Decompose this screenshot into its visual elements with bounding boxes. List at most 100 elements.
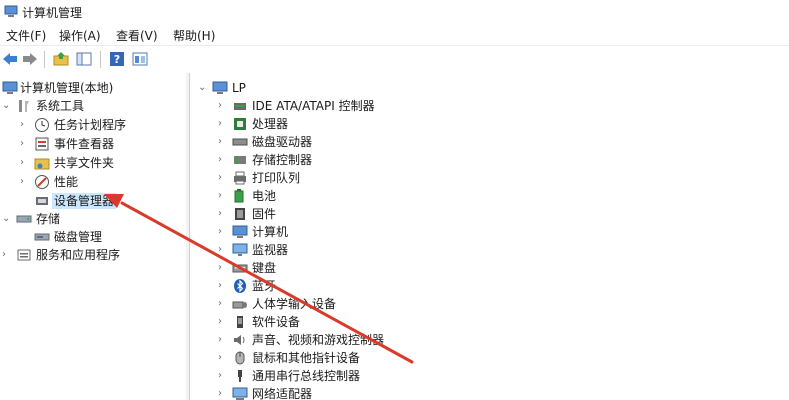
- tree-item-storage[interactable]: ⌄ 存储: [2, 210, 184, 228]
- window-title: 计算机管理: [22, 6, 83, 20]
- system-tools-label: 系统工具: [36, 99, 85, 113]
- device-category-human-interface-devices[interactable]: › 人体学输入设备: [218, 295, 758, 313]
- printer-icon: [234, 171, 246, 185]
- chevron-right-icon[interactable]: ›: [218, 279, 230, 293]
- disk-management-icon: [34, 233, 50, 241]
- device-tree-root[interactable]: ⌄ LP: [198, 79, 758, 97]
- device-tree: ⌄ LP › IDE ATA/ATAPI 控制器 › 处理器 › 磁盘驱动器 ›…: [189, 73, 789, 400]
- device-category-label: 声音、视频和游戏控制器: [252, 333, 385, 347]
- computer-icon: [232, 225, 248, 238]
- chevron-right-icon[interactable]: ›: [218, 387, 230, 400]
- chevron-right-icon[interactable]: ›: [20, 137, 32, 151]
- device-category-label: 键盘: [252, 261, 277, 275]
- tree-item-shared-folders[interactable]: › 共享文件夹: [20, 154, 184, 172]
- chevron-right-icon[interactable]: ›: [218, 117, 230, 131]
- chevron-right-icon[interactable]: ›: [218, 207, 230, 221]
- device-category-label: 网络适配器: [252, 387, 313, 400]
- firmware-icon: [235, 208, 245, 220]
- keyboard-icon: [232, 264, 248, 273]
- shared-folder-icon: [34, 158, 50, 170]
- tree-item-device-manager[interactable]: 设备管理器: [20, 192, 184, 210]
- chevron-right-icon[interactable]: ›: [218, 297, 230, 311]
- chevron-down-icon[interactable]: ⌄: [2, 212, 14, 226]
- properties-icon[interactable]: [132, 51, 148, 67]
- chevron-right-icon[interactable]: ›: [218, 315, 230, 329]
- device-category-print-queues[interactable]: › 打印队列: [218, 169, 758, 187]
- chevron-right-icon[interactable]: ›: [20, 118, 32, 132]
- chevron-right-icon[interactable]: ›: [218, 153, 230, 167]
- chevron-right-icon[interactable]: ›: [218, 135, 230, 149]
- up-folder-icon[interactable]: [53, 51, 69, 67]
- chevron-right-icon[interactable]: ›: [20, 175, 32, 189]
- help-icon[interactable]: ?: [109, 51, 125, 67]
- ide-controller-icon: [234, 103, 246, 110]
- menu-view[interactable]: 查看(V): [114, 27, 160, 44]
- device-category-ide-ata-atapi-controllers[interactable]: › IDE ATA/ATAPI 控制器: [218, 97, 758, 115]
- computer-management-app-icon: [4, 5, 18, 17]
- main-content: 计算机管理(本地) ⌄ 系统工具 › 任务计划程序 › 事件查看器 › 共享文件…: [0, 73, 789, 400]
- chevron-right-icon[interactable]: ›: [218, 351, 230, 365]
- disk-management-label: 磁盘管理: [54, 230, 103, 244]
- tree-item-event-viewer[interactable]: › 事件查看器: [20, 135, 184, 153]
- tree-root-label: 计算机管理(本地): [20, 81, 114, 95]
- menu-file[interactable]: 文件(F): [4, 27, 48, 44]
- chevron-right-icon[interactable]: ›: [218, 333, 230, 347]
- device-category-processors[interactable]: › 处理器: [218, 115, 758, 133]
- device-category-label: 蓝牙: [252, 279, 277, 293]
- services-icon: [17, 249, 31, 261]
- storage-controller-icon: [234, 156, 246, 164]
- device-category-monitors[interactable]: › 监视器: [218, 241, 758, 259]
- device-category-sound-video-game-controllers[interactable]: › 声音、视频和游戏控制器: [218, 331, 758, 349]
- menu-action[interactable]: 操作(A): [57, 27, 103, 44]
- chevron-right-icon[interactable]: ›: [218, 369, 230, 383]
- chevron-down-icon[interactable]: ⌄: [198, 81, 210, 95]
- device-category-label: 磁盘驱动器: [252, 135, 313, 149]
- forward-arrow-icon[interactable]: [22, 51, 38, 67]
- performance-label: 性能: [54, 175, 79, 189]
- device-category-disk-drives[interactable]: › 磁盘驱动器: [218, 133, 758, 151]
- device-category-label: 处理器: [252, 117, 289, 131]
- device-category-keyboards[interactable]: › 键盘: [218, 259, 758, 277]
- chevron-right-icon[interactable]: ›: [218, 243, 230, 257]
- device-category-label: 存储控制器: [252, 153, 313, 167]
- chevron-right-icon[interactable]: ›: [218, 171, 230, 185]
- device-category-usb-controllers[interactable]: › 通用串行总线控制器: [218, 367, 758, 385]
- chevron-down-icon[interactable]: ⌄: [2, 99, 14, 113]
- navigation-tree: 计算机管理(本地) ⌄ 系统工具 › 任务计划程序 › 事件查看器 › 共享文件…: [0, 73, 186, 400]
- computer-name-label: LP: [232, 81, 246, 95]
- device-manager-label: 设备管理器: [52, 193, 117, 209]
- chevron-right-icon[interactable]: ›: [218, 189, 230, 203]
- chevron-right-icon[interactable]: ›: [20, 156, 32, 170]
- chevron-right-icon[interactable]: ›: [218, 261, 230, 275]
- chevron-right-icon[interactable]: ›: [218, 225, 230, 239]
- toolbar: ?: [0, 45, 789, 74]
- mouse-icon: [235, 351, 245, 365]
- device-category-label: 软件设备: [252, 315, 301, 329]
- device-category-computer[interactable]: › 计算机: [218, 223, 758, 241]
- menu-help[interactable]: 帮助(H): [171, 27, 217, 44]
- device-category-label: IDE ATA/ATAPI 控制器: [252, 99, 375, 113]
- device-category-software-devices[interactable]: › 软件设备: [218, 313, 758, 331]
- tree-root-computer-management[interactable]: 计算机管理(本地): [2, 79, 184, 97]
- device-category-firmware[interactable]: › 固件: [218, 205, 758, 223]
- tree-item-services-and-applications[interactable]: › 服务和应用程序: [2, 246, 184, 264]
- device-category-batteries[interactable]: › 电池: [218, 187, 758, 205]
- chevron-right-icon[interactable]: ›: [2, 248, 14, 262]
- network-adapter-icon: [232, 387, 248, 400]
- device-category-mice-and-pointing-devices[interactable]: › 鼠标和其他指针设备: [218, 349, 758, 367]
- device-category-label: 计算机: [252, 225, 289, 239]
- tree-item-system-tools[interactable]: ⌄ 系统工具: [2, 97, 184, 115]
- chevron-right-icon[interactable]: ›: [218, 99, 230, 113]
- toolbar-separator: [100, 51, 101, 68]
- event-viewer-label: 事件查看器: [54, 137, 115, 151]
- tree-item-performance[interactable]: › 性能: [20, 173, 184, 191]
- tree-item-disk-management[interactable]: 磁盘管理: [20, 228, 184, 246]
- device-category-label: 固件: [252, 207, 277, 221]
- title-bar: 计算机管理: [0, 0, 789, 25]
- device-category-bluetooth[interactable]: › 蓝牙: [218, 277, 758, 295]
- device-category-network-adapters[interactable]: › 网络适配器: [218, 385, 758, 400]
- show-hide-tree-icon[interactable]: [76, 51, 92, 67]
- back-arrow-icon[interactable]: [2, 51, 18, 67]
- tree-item-task-scheduler[interactable]: › 任务计划程序: [20, 116, 184, 134]
- device-category-storage-controllers[interactable]: › 存储控制器: [218, 151, 758, 169]
